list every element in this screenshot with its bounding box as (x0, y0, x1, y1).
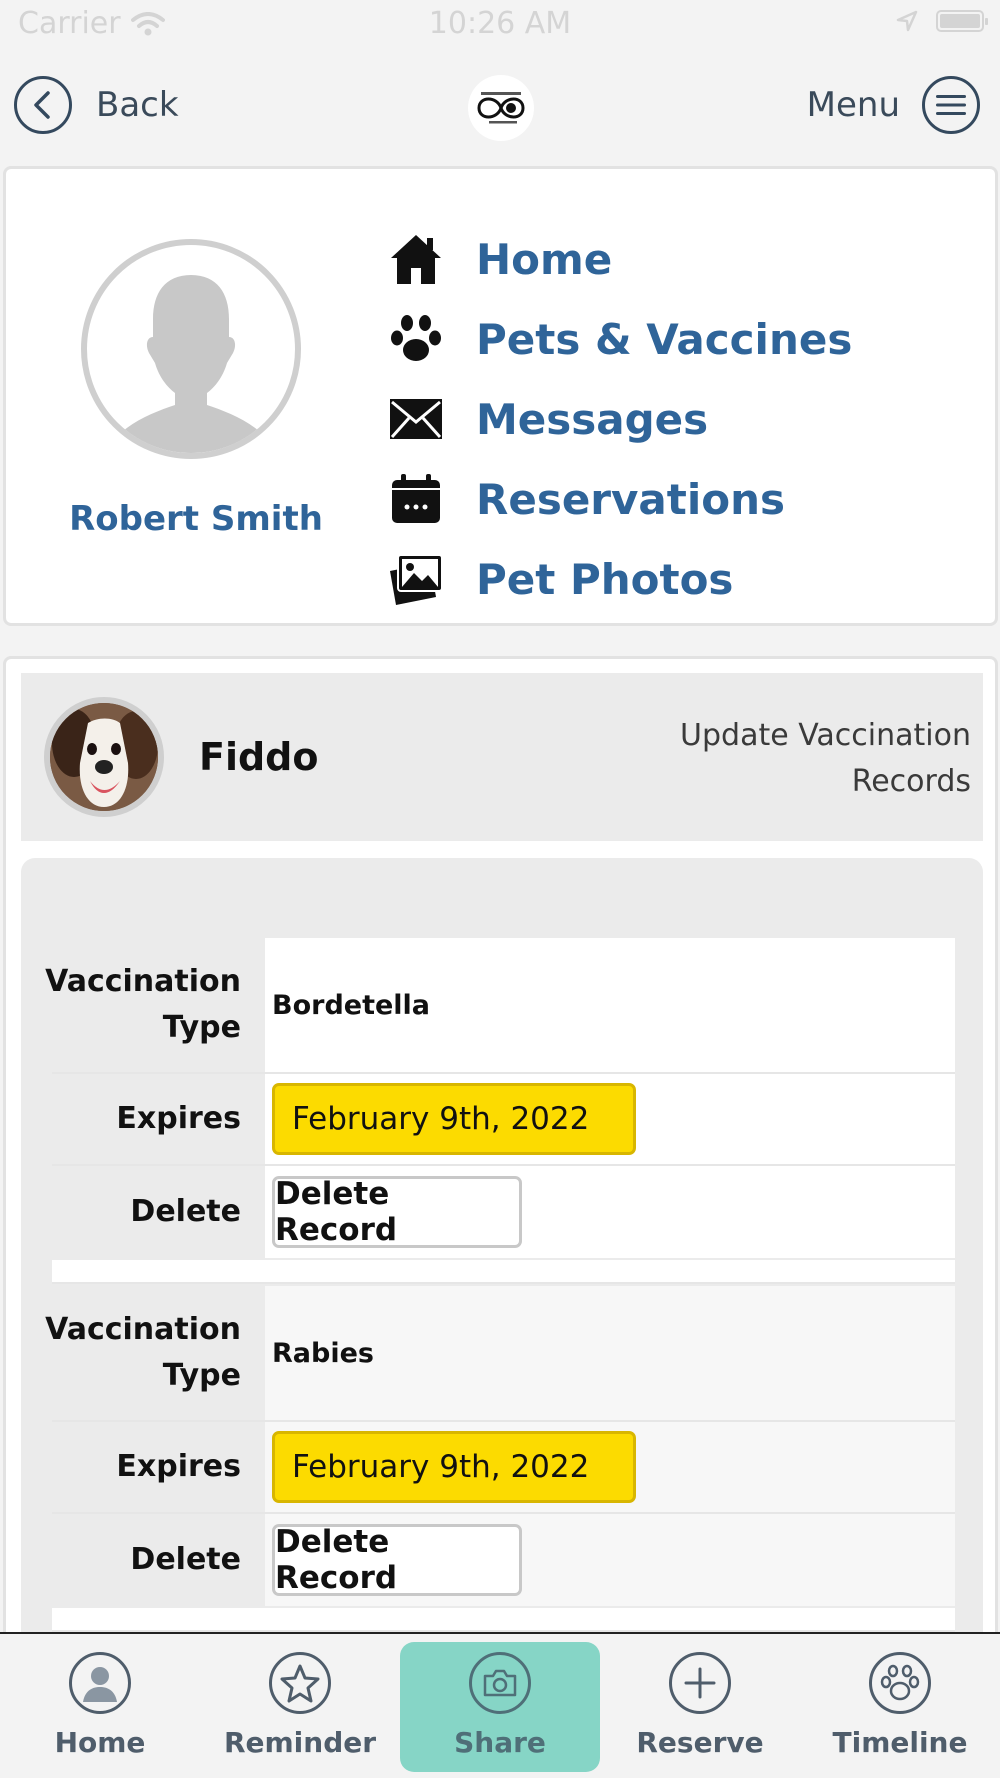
expires-value-cell: February 9th, 2022 (265, 1422, 955, 1512)
user-icon (69, 1652, 131, 1714)
tab-label: Reserve (636, 1726, 764, 1759)
delete-record-button[interactable]: Delete Record (272, 1524, 522, 1596)
record-row-expires: Expires February 9th, 2022 (52, 1074, 955, 1166)
vaccination-record: Vaccination Type Rabies Expires February… (45, 1286, 955, 1606)
tab-label: Home (54, 1726, 146, 1759)
pet-name: Fiddo (199, 735, 319, 779)
plus-icon (669, 1652, 731, 1714)
star-icon (269, 1652, 331, 1714)
back-button[interactable]: Back (14, 76, 179, 134)
pet-header: Fiddo Update Vaccination Records (21, 673, 983, 841)
tab-bar: Home Reminder Share Reserve Timeline (0, 1632, 1000, 1778)
nav-label: Messages (476, 394, 709, 444)
expiration-date[interactable]: February 9th, 2022 (272, 1431, 636, 1503)
tab-label: Timeline (832, 1726, 968, 1759)
paw-icon (869, 1652, 931, 1714)
menu-label: Menu (806, 85, 900, 125)
chevron-left-icon (14, 76, 72, 134)
vaccination-type-value: Bordetella (265, 938, 955, 1072)
delete-value-cell: Delete Record (265, 1514, 955, 1606)
nav-label: Reservations (476, 474, 785, 524)
update-vaccination-records-link[interactable]: Update Vaccination Records (651, 713, 971, 805)
hamburger-icon (922, 76, 980, 134)
tab-label: Share (454, 1726, 546, 1759)
nav-item-pet-photos[interactable]: Pet Photos (386, 539, 852, 619)
profile-name[interactable]: Robert Smith (46, 499, 346, 539)
nav-label: Pets & Vaccines (476, 314, 853, 364)
camera-icon (469, 1652, 531, 1714)
delete-value-cell: Delete Record (265, 1166, 955, 1258)
tab-reserve[interactable]: Reserve (600, 1634, 800, 1778)
back-label: Back (96, 85, 179, 125)
navigation-bar: Back Menu (0, 50, 1000, 160)
vaccination-type-label: Vaccination Type (45, 1312, 241, 1393)
expiration-date[interactable]: February 9th, 2022 (272, 1083, 636, 1155)
house-icon (386, 229, 446, 289)
tab-timeline[interactable]: Timeline (800, 1634, 1000, 1778)
pet-section: Fiddo Update Vaccination Records Vaccina… (3, 656, 998, 1778)
paw-icon (386, 309, 446, 369)
vaccination-record: Vaccination Type Bordetella Expires Febr… (45, 938, 955, 1258)
battery-icon (936, 10, 988, 32)
nav-item-pets-vaccines[interactable]: Pets & Vaccines (386, 299, 852, 379)
location-arrow-icon (896, 10, 918, 32)
delete-label: Delete (130, 1542, 241, 1577)
delete-record-button[interactable]: Delete Record (272, 1176, 522, 1248)
profile-nav: Home Pets & Vaccines Messages Reservatio… (386, 219, 852, 619)
expires-label: Expires (116, 1449, 241, 1484)
nav-item-home[interactable]: Home (386, 219, 852, 299)
menu-button[interactable]: Menu (807, 76, 980, 134)
delete-label: Delete (130, 1194, 241, 1229)
record-separator (52, 1608, 955, 1632)
tab-share[interactable]: Share (400, 1634, 600, 1778)
user-avatar (81, 239, 301, 459)
calendar-icon (386, 469, 446, 529)
expires-label: Expires (116, 1101, 241, 1136)
tab-reminder[interactable]: Reminder (200, 1634, 400, 1778)
status-time: 10:26 AM (428, 6, 572, 41)
tab-home[interactable]: Home (0, 1634, 200, 1778)
nav-item-messages[interactable]: Messages (386, 379, 852, 459)
profile-card: Robert Smith Home Pets & Vaccines Messag… (3, 166, 998, 626)
record-row-type: Vaccination Type Bordetella (45, 938, 955, 1074)
nav-item-reservations[interactable]: Reservations (386, 459, 852, 539)
record-separator (52, 1260, 955, 1284)
pet-avatar[interactable] (44, 697, 164, 817)
vaccination-type-value: Rabies (265, 1286, 955, 1420)
record-row-delete: Delete Delete Record (52, 1514, 955, 1606)
record-row-type: Vaccination Type Rabies (45, 1286, 955, 1422)
vaccination-type-label: Vaccination Type (45, 964, 241, 1045)
nav-label: Home (476, 234, 613, 284)
tab-label: Reminder (223, 1726, 377, 1759)
record-row-expires: Expires February 9th, 2022 (52, 1422, 955, 1514)
record-row-delete: Delete Delete Record (52, 1166, 955, 1258)
brand-logo (468, 75, 534, 141)
status-bar: Carrier 10:26 AM (0, 0, 1000, 50)
expires-value-cell: February 9th, 2022 (265, 1074, 955, 1164)
photos-icon (386, 549, 446, 609)
envelope-icon (386, 389, 446, 449)
nav-label: Pet Photos (476, 554, 734, 604)
status-indicators (896, 10, 988, 32)
